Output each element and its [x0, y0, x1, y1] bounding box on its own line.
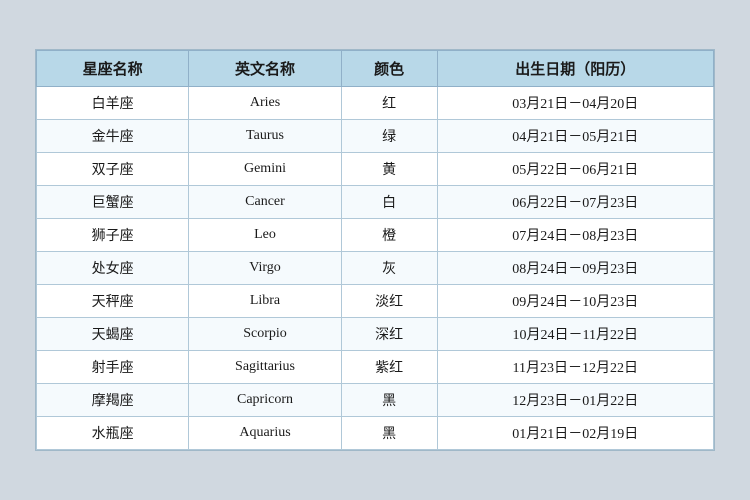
zodiac-table: 星座名称 英文名称 颜色 出生日期（阳历） 白羊座Aries红03月21日－04… — [36, 50, 714, 450]
cell-english: Scorpio — [189, 318, 341, 351]
cell-english: Aries — [189, 87, 341, 120]
cell-english: Sagittarius — [189, 351, 341, 384]
cell-dates: 05月22日－06月21日 — [437, 153, 713, 186]
cell-dates: 08月24日－09月23日 — [437, 252, 713, 285]
cell-english: Capricorn — [189, 384, 341, 417]
table-row: 白羊座Aries红03月21日－04月20日 — [37, 87, 714, 120]
cell-chinese: 金牛座 — [37, 120, 189, 153]
cell-color: 红 — [341, 87, 437, 120]
cell-english: Aquarius — [189, 417, 341, 450]
cell-color: 淡红 — [341, 285, 437, 318]
cell-english: Leo — [189, 219, 341, 252]
cell-dates: 06月22日－07月23日 — [437, 186, 713, 219]
cell-dates: 12月23日－01月22日 — [437, 384, 713, 417]
cell-dates: 09月24日－10月23日 — [437, 285, 713, 318]
cell-chinese: 处女座 — [37, 252, 189, 285]
cell-dates: 01月21日－02月19日 — [437, 417, 713, 450]
cell-dates: 04月21日－05月21日 — [437, 120, 713, 153]
cell-dates: 07月24日－08月23日 — [437, 219, 713, 252]
cell-dates: 10月24日－11月22日 — [437, 318, 713, 351]
cell-chinese: 摩羯座 — [37, 384, 189, 417]
cell-color: 深红 — [341, 318, 437, 351]
table-row: 双子座Gemini黄05月22日－06月21日 — [37, 153, 714, 186]
table-row: 巨蟹座Cancer白06月22日－07月23日 — [37, 186, 714, 219]
col-header-english: 英文名称 — [189, 51, 341, 87]
cell-english: Taurus — [189, 120, 341, 153]
zodiac-table-container: 星座名称 英文名称 颜色 出生日期（阳历） 白羊座Aries红03月21日－04… — [35, 49, 715, 451]
cell-color: 紫红 — [341, 351, 437, 384]
cell-color: 橙 — [341, 219, 437, 252]
cell-english: Libra — [189, 285, 341, 318]
cell-chinese: 天秤座 — [37, 285, 189, 318]
cell-chinese: 巨蟹座 — [37, 186, 189, 219]
cell-color: 黑 — [341, 384, 437, 417]
table-body: 白羊座Aries红03月21日－04月20日金牛座Taurus绿04月21日－0… — [37, 87, 714, 450]
table-row: 金牛座Taurus绿04月21日－05月21日 — [37, 120, 714, 153]
cell-dates: 03月21日－04月20日 — [437, 87, 713, 120]
table-row: 狮子座Leo橙07月24日－08月23日 — [37, 219, 714, 252]
table-row: 天秤座Libra淡红09月24日－10月23日 — [37, 285, 714, 318]
table-row: 射手座Sagittarius紫红11月23日－12月22日 — [37, 351, 714, 384]
cell-chinese: 狮子座 — [37, 219, 189, 252]
cell-color: 白 — [341, 186, 437, 219]
cell-color: 黄 — [341, 153, 437, 186]
cell-chinese: 白羊座 — [37, 87, 189, 120]
table-row: 摩羯座Capricorn黑12月23日－01月22日 — [37, 384, 714, 417]
col-header-color: 颜色 — [341, 51, 437, 87]
cell-color: 黑 — [341, 417, 437, 450]
col-header-dates: 出生日期（阳历） — [437, 51, 713, 87]
cell-color: 绿 — [341, 120, 437, 153]
cell-english: Cancer — [189, 186, 341, 219]
cell-chinese: 双子座 — [37, 153, 189, 186]
cell-english: Gemini — [189, 153, 341, 186]
table-row: 处女座Virgo灰08月24日－09月23日 — [37, 252, 714, 285]
col-header-chinese: 星座名称 — [37, 51, 189, 87]
cell-chinese: 天蝎座 — [37, 318, 189, 351]
cell-chinese: 射手座 — [37, 351, 189, 384]
table-header-row: 星座名称 英文名称 颜色 出生日期（阳历） — [37, 51, 714, 87]
cell-chinese: 水瓶座 — [37, 417, 189, 450]
cell-english: Virgo — [189, 252, 341, 285]
cell-dates: 11月23日－12月22日 — [437, 351, 713, 384]
cell-color: 灰 — [341, 252, 437, 285]
table-row: 水瓶座Aquarius黑01月21日－02月19日 — [37, 417, 714, 450]
table-row: 天蝎座Scorpio深红10月24日－11月22日 — [37, 318, 714, 351]
